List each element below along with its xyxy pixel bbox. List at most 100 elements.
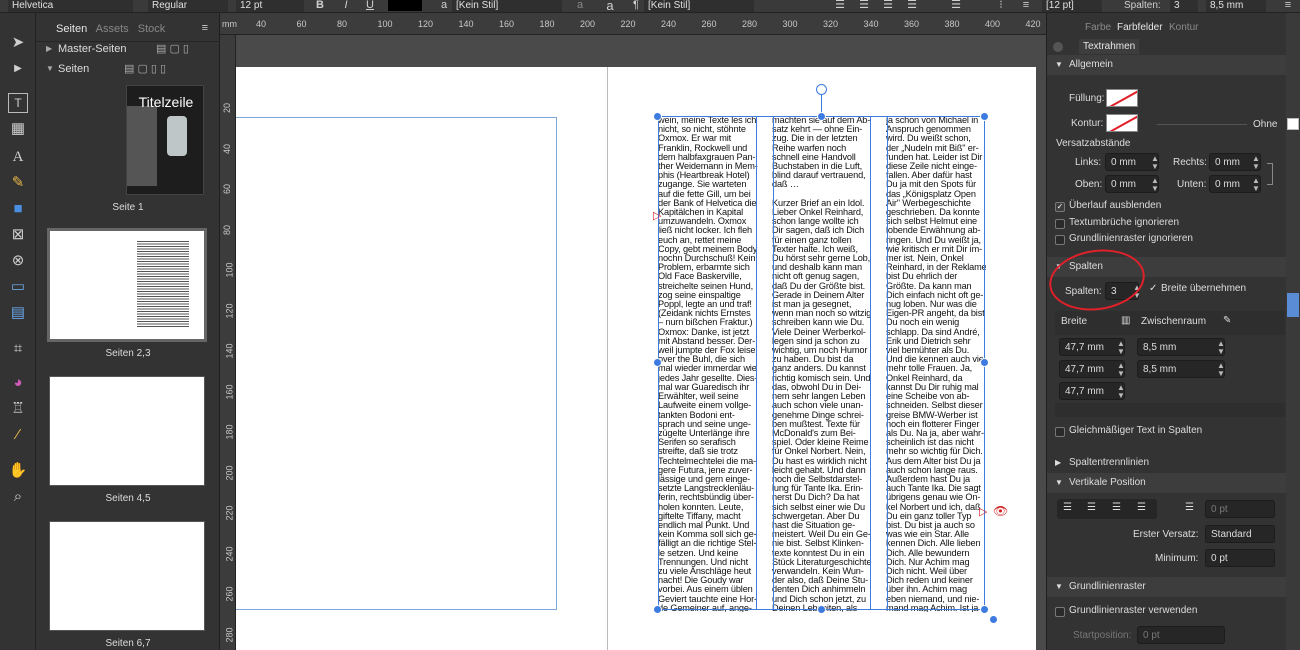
general-section-header[interactable]: ▼ Allgemein xyxy=(1047,55,1286,75)
column-gutter-2[interactable]: 8,5 mm xyxy=(1137,360,1225,378)
column-width-3[interactable]: 47,7 mm xyxy=(1059,382,1125,400)
rectangle-tool-icon[interactable]: ■ xyxy=(8,199,28,219)
left-page-frame[interactable] xyxy=(236,117,557,610)
align-justify-icon[interactable]: ☰ xyxy=(1137,502,1146,513)
justify-icon[interactable]: ☰ xyxy=(906,0,918,12)
fill-swatch[interactable] xyxy=(1106,89,1138,107)
text-color-swatch[interactable] xyxy=(388,0,422,11)
vertical-position-header[interactable]: ▼ Vertikale Position xyxy=(1047,473,1286,493)
overflow-eye-icon[interactable]: 👁 xyxy=(993,504,1008,518)
tab-color[interactable]: Farbe xyxy=(1085,22,1111,33)
toolbar-menu-icon[interactable]: ≡ xyxy=(1280,0,1296,12)
selection-handle-tr[interactable] xyxy=(980,112,989,121)
page-action-icons[interactable]: ▤ ▢ ▯ ▯ xyxy=(124,59,166,79)
ignore-wrap-checkbox[interactable] xyxy=(1055,219,1065,229)
text-flow-in-icon[interactable]: ▷ xyxy=(653,209,661,222)
start-position-field[interactable]: 0 pt xyxy=(1137,626,1225,644)
crop-tool-icon[interactable]: ⌗ xyxy=(8,339,28,359)
text-flow-handle[interactable] xyxy=(989,615,998,624)
tab-swatches[interactable]: Farbfelder xyxy=(1117,22,1163,33)
pages-row[interactable]: ▼ Seiten ▤ ▢ ▯ ▯ xyxy=(36,59,220,79)
frame-text-tool-icon[interactable]: T xyxy=(8,93,28,113)
align-left-icon[interactable]: ☰ xyxy=(834,0,846,12)
paragraph-style-select[interactable]: [Kein Stil] xyxy=(644,0,754,12)
panel-collapse-tab[interactable] xyxy=(1287,293,1299,317)
color-picker-tool-icon[interactable]: ◕ xyxy=(8,373,28,393)
inset-top-stepper[interactable]: ▲ ▼ xyxy=(1151,177,1159,193)
selection-handle-tl[interactable] xyxy=(653,112,662,121)
underline-button[interactable]: U xyxy=(362,0,378,12)
list-icon[interactable]: ☰ xyxy=(950,0,962,12)
inset-right-stepper[interactable]: ▲ ▼ xyxy=(1252,155,1260,171)
font-family-select[interactable]: Helvetica xyxy=(8,0,133,12)
tab-stroke[interactable]: Kontur xyxy=(1169,22,1198,33)
column-gutter-1-stepper[interactable]: ▲ ▼ xyxy=(1217,340,1225,356)
picture-frame-tool-icon[interactable]: ⊠ xyxy=(8,225,28,245)
baseline-header[interactable]: ▼ Grundlinienraster xyxy=(1047,577,1286,597)
page-6-7-thumbnail[interactable] xyxy=(49,521,205,631)
font-size-field[interactable]: 12 pt xyxy=(236,0,304,12)
zoom-tool-icon[interactable]: ⌕ xyxy=(8,487,28,507)
numbered-list-icon[interactable]: ≡ xyxy=(1020,0,1032,12)
selection-handle-bl[interactable] xyxy=(653,605,662,614)
node-tool-icon[interactable]: ▶ xyxy=(8,59,28,79)
tab-stock[interactable]: Stock xyxy=(138,23,166,35)
character-style-select[interactable]: [Kein Stil] xyxy=(452,0,562,12)
move-tool-icon[interactable]: ➤ xyxy=(8,33,28,53)
tab-pages[interactable]: Seiten xyxy=(56,23,87,35)
column-width-2[interactable]: 47,7 mm xyxy=(1059,360,1125,378)
use-baseline-checkbox[interactable] xyxy=(1055,607,1065,617)
leading-field[interactable]: [12 pt] xyxy=(1042,0,1102,12)
panel-menu-icon[interactable]: ≡ xyxy=(202,22,208,34)
balance-columns-checkbox[interactable] xyxy=(1055,427,1065,437)
place-image-tool-icon[interactable]: ▭ xyxy=(8,277,28,297)
italic-button[interactable]: I xyxy=(338,0,354,12)
align-top-icon[interactable]: ☰ xyxy=(1063,502,1072,513)
stroke-width-slider[interactable] xyxy=(1157,124,1247,125)
pen-tool-icon[interactable]: ✎ xyxy=(8,173,28,193)
align-bottom-icon[interactable]: ☰ xyxy=(1112,502,1121,513)
apply-width-check-icon[interactable]: ✓ xyxy=(1149,283,1157,294)
selection-handle-mr[interactable] xyxy=(980,358,989,367)
eyedropper-tool-icon[interactable]: ⁄ xyxy=(8,425,28,445)
selection-handle-tm[interactable] xyxy=(817,112,826,121)
expand-arrow-icon[interactable]: ▼ xyxy=(46,59,54,79)
overflow-checkbox[interactable]: ✓ xyxy=(1055,202,1065,212)
toolbar-gutter-field[interactable]: 8,5 mm xyxy=(1206,0,1266,12)
column-rules-header[interactable]: ▶ Spaltentrennlinien xyxy=(1047,453,1286,473)
gutter-edit-icon[interactable]: ✎ xyxy=(1223,315,1231,326)
rotate-handle[interactable] xyxy=(816,84,827,95)
column-gutter-2-stepper[interactable]: ▲ ▼ xyxy=(1217,362,1225,378)
artistic-text-tool-icon[interactable]: A xyxy=(8,147,28,167)
bold-button[interactable]: B xyxy=(312,0,328,12)
column-width-2-stepper[interactable]: ▲ ▼ xyxy=(1117,362,1125,378)
text-frame-selection[interactable] xyxy=(658,116,985,610)
vertical-spacing-field[interactable]: 0 pt xyxy=(1205,500,1275,518)
text-flow-out-icon[interactable]: ▷ xyxy=(979,505,987,518)
selection-handle-br[interactable] xyxy=(980,605,989,614)
selection-handle-bm[interactable] xyxy=(817,605,826,614)
master-page-icons[interactable]: ▤ ▢ ▯ xyxy=(156,39,189,59)
align-right-icon[interactable]: ☰ xyxy=(882,0,894,12)
column-width-3-stepper[interactable]: ▲ ▼ xyxy=(1117,384,1125,400)
align-center-icon[interactable]: ☰ xyxy=(858,0,870,12)
page-1-thumbnail[interactable]: Titelzeile xyxy=(126,85,204,195)
inset-bottom-stepper[interactable]: ▲ ▼ xyxy=(1252,177,1260,193)
ignore-baseline-checkbox[interactable] xyxy=(1055,235,1065,245)
page-2-3-thumbnail[interactable] xyxy=(47,228,207,342)
column-width-1-stepper[interactable]: ▲ ▼ xyxy=(1117,340,1125,356)
table-tool-icon[interactable]: ▦ xyxy=(8,119,28,139)
font-style-select[interactable]: Regular xyxy=(148,0,228,12)
inset-left-stepper[interactable]: ▲ ▼ xyxy=(1151,155,1159,171)
tab-text-frame[interactable]: Textrahmen xyxy=(1079,39,1140,54)
collapse-arrow-icon[interactable]: ▶ xyxy=(46,39,52,59)
ellipse-frame-tool-icon[interactable]: ⊗ xyxy=(8,251,28,271)
link-insets-icon[interactable] xyxy=(1267,163,1273,185)
minimum-field[interactable]: 0 pt xyxy=(1205,549,1275,567)
toolbar-columns-field[interactable]: 3 xyxy=(1170,0,1198,12)
bullet-list-icon[interactable]: ⁝ xyxy=(995,0,1007,12)
align-middle-icon[interactable]: ☰ xyxy=(1087,502,1096,513)
close-panel-icon[interactable] xyxy=(1053,42,1063,52)
first-offset-select[interactable]: Standard xyxy=(1205,525,1275,543)
stroke-swatch[interactable] xyxy=(1106,114,1138,132)
